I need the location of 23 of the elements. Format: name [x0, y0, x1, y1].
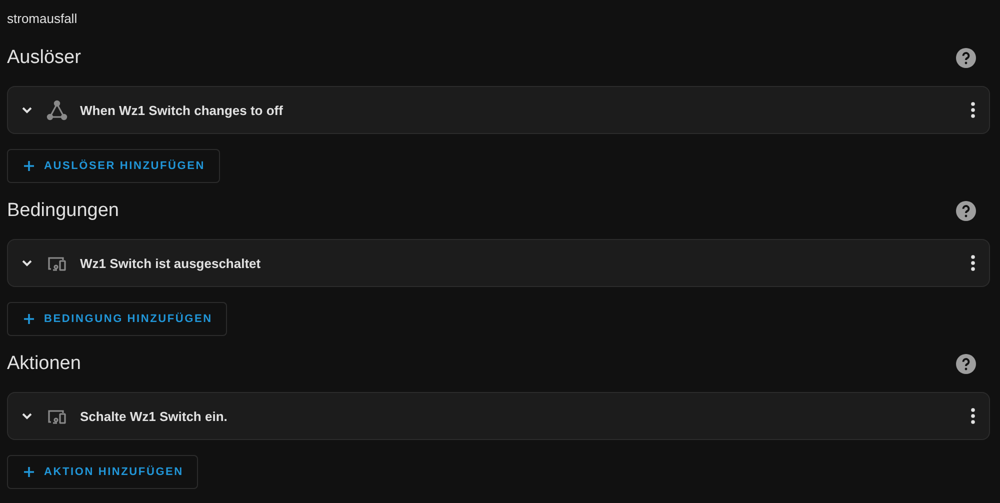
card-label: When Wz1 Switch changes to off [80, 102, 284, 118]
plus-icon [24, 314, 34, 324]
help-icon[interactable] [956, 354, 976, 374]
add-button[interactable]: AUSLÖSER HINZUFÜGEN [7, 149, 220, 183]
page-title: stromausfall [7, 11, 78, 26]
add-button[interactable]: AKTION HINZUFÜGEN [7, 455, 198, 489]
rule-card[interactable]: Schalte Wz1 Switch ein. [7, 392, 990, 440]
more-options-icon[interactable] [971, 255, 975, 271]
add-button[interactable]: BEDINGUNG HINZUFÜGEN [7, 302, 228, 336]
help-icon[interactable] [956, 48, 976, 68]
section-heading: Aktionen [7, 353, 81, 375]
rule-card[interactable]: When Wz1 Switch changes to off [7, 86, 990, 134]
section-heading: Bedingungen [7, 200, 119, 222]
help-icon[interactable] [956, 201, 976, 221]
plus-icon [24, 467, 34, 477]
card-label: Wz1 Switch ist ausgeschaltet [80, 256, 262, 270]
section-heading: Auslöser [7, 47, 81, 69]
network-icon [46, 99, 68, 121]
more-options-icon[interactable] [971, 408, 975, 424]
card-label: Schalte Wz1 Switch ein. [80, 408, 228, 424]
more-options-icon[interactable] [971, 102, 975, 118]
rule-card[interactable]: Wz1 Switch ist ausgeschaltet [7, 239, 990, 287]
plus-icon [24, 161, 34, 171]
